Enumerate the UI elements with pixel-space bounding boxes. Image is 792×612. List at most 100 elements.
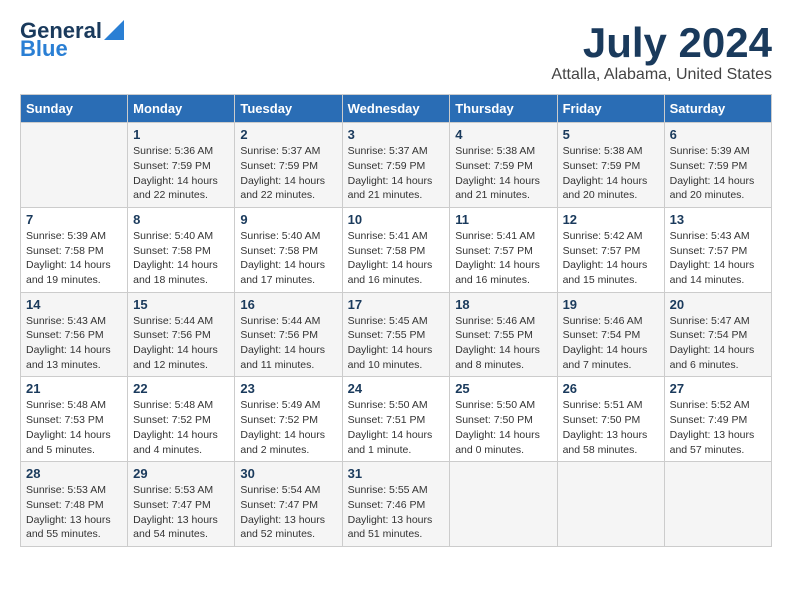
- day-info: Sunrise: 5:44 AMSunset: 7:56 PMDaylight:…: [133, 314, 229, 373]
- day-number: 29: [133, 466, 229, 481]
- day-number: 11: [455, 212, 551, 227]
- day-info: Sunrise: 5:53 AMSunset: 7:47 PMDaylight:…: [133, 483, 229, 542]
- calendar-day-4: 4 Sunrise: 5:38 AMSunset: 7:59 PMDaylight…: [450, 123, 557, 208]
- month-title: July 2024: [551, 20, 772, 66]
- day-info: Sunrise: 5:48 AMSunset: 7:53 PMDaylight:…: [26, 398, 122, 457]
- title-area: July 2024 Attalla, Alabama, United State…: [551, 20, 772, 84]
- calendar-day-21: 21 Sunrise: 5:48 AMSunset: 7:53 PMDayligh…: [21, 377, 128, 462]
- calendar-header-row: SundayMondayTuesdayWednesdayThursdayFrid…: [21, 95, 772, 123]
- day-number: 1: [133, 127, 229, 142]
- calendar-day-29: 29 Sunrise: 5:53 AMSunset: 7:47 PMDayligh…: [128, 462, 235, 547]
- calendar-day-18: 18 Sunrise: 5:46 AMSunset: 7:55 PMDayligh…: [450, 292, 557, 377]
- calendar-day-10: 10Sunrise: 5:41 AMSunset: 7:58 PMDayligh…: [342, 207, 450, 292]
- calendar-day-9: 9 Sunrise: 5:40 AMSunset: 7:58 PMDaylight…: [235, 207, 342, 292]
- day-number: 30: [240, 466, 336, 481]
- calendar-empty-cell: [450, 462, 557, 547]
- calendar-day-31: 31Sunrise: 5:55 AMSunset: 7:46 PMDayligh…: [342, 462, 450, 547]
- header-saturday: Saturday: [664, 95, 771, 123]
- day-number: 13: [670, 212, 766, 227]
- day-info: Sunrise: 5:37 AMSunset: 7:59 PMDaylight:…: [240, 144, 336, 203]
- day-info: Sunrise: 5:51 AMSunset: 7:50 PMDaylight:…: [563, 398, 659, 457]
- calendar-week-row: 21 Sunrise: 5:48 AMSunset: 7:53 PMDayligh…: [21, 377, 772, 462]
- day-number: 2: [240, 127, 336, 142]
- header-friday: Friday: [557, 95, 664, 123]
- day-number: 22: [133, 381, 229, 396]
- calendar-day-22: 22 Sunrise: 5:48 AMSunset: 7:52 PMDayligh…: [128, 377, 235, 462]
- calendar-table: SundayMondayTuesdayWednesdayThursdayFrid…: [20, 94, 772, 547]
- calendar-day-16: 16 Sunrise: 5:44 AMSunset: 7:56 PMDayligh…: [235, 292, 342, 377]
- calendar-day-15: 15 Sunrise: 5:44 AMSunset: 7:56 PMDayligh…: [128, 292, 235, 377]
- day-number: 23: [240, 381, 336, 396]
- header-tuesday: Tuesday: [235, 95, 342, 123]
- calendar-day-23: 23 Sunrise: 5:49 AMSunset: 7:52 PMDayligh…: [235, 377, 342, 462]
- day-info: Sunrise: 5:46 AMSunset: 7:55 PMDaylight:…: [455, 314, 551, 373]
- logo: General Blue: [20, 20, 124, 60]
- day-info: Sunrise: 5:48 AMSunset: 7:52 PMDaylight:…: [133, 398, 229, 457]
- day-number: 8: [133, 212, 229, 227]
- day-number: 25: [455, 381, 551, 396]
- page-header: General Blue July 2024 Attalla, Alabama,…: [20, 20, 772, 84]
- calendar-day-11: 11 Sunrise: 5:41 AMSunset: 7:57 PMDayligh…: [450, 207, 557, 292]
- day-info: Sunrise: 5:52 AMSunset: 7:49 PMDaylight:…: [670, 398, 766, 457]
- calendar-week-row: 14Sunrise: 5:43 AMSunset: 7:56 PMDayligh…: [21, 292, 772, 377]
- day-info: Sunrise: 5:50 AMSunset: 7:50 PMDaylight:…: [455, 398, 551, 457]
- day-number: 19: [563, 297, 659, 312]
- day-number: 3: [348, 127, 445, 142]
- calendar-day-14: 14Sunrise: 5:43 AMSunset: 7:56 PMDayligh…: [21, 292, 128, 377]
- calendar-day-1: 1 Sunrise: 5:36 AMSunset: 7:59 PMDaylight…: [128, 123, 235, 208]
- day-number: 21: [26, 381, 122, 396]
- day-info: Sunrise: 5:40 AMSunset: 7:58 PMDaylight:…: [240, 229, 336, 288]
- day-number: 28: [26, 466, 122, 481]
- day-info: Sunrise: 5:38 AMSunset: 7:59 PMDaylight:…: [455, 144, 551, 203]
- calendar-day-2: 2 Sunrise: 5:37 AMSunset: 7:59 PMDaylight…: [235, 123, 342, 208]
- location-title: Attalla, Alabama, United States: [551, 66, 772, 84]
- day-info: Sunrise: 5:45 AMSunset: 7:55 PMDaylight:…: [348, 314, 445, 373]
- day-number: 12: [563, 212, 659, 227]
- day-number: 14: [26, 297, 122, 312]
- calendar-day-7: 7 Sunrise: 5:39 AMSunset: 7:58 PMDaylight…: [21, 207, 128, 292]
- day-info: Sunrise: 5:50 AMSunset: 7:51 PMDaylight:…: [348, 398, 445, 457]
- header-thursday: Thursday: [450, 95, 557, 123]
- calendar-day-17: 17Sunrise: 5:45 AMSunset: 7:55 PMDayligh…: [342, 292, 450, 377]
- header-monday: Monday: [128, 95, 235, 123]
- day-number: 15: [133, 297, 229, 312]
- calendar-day-12: 12Sunrise: 5:42 AMSunset: 7:57 PMDayligh…: [557, 207, 664, 292]
- day-info: Sunrise: 5:39 AMSunset: 7:59 PMDaylight:…: [670, 144, 766, 203]
- day-number: 18: [455, 297, 551, 312]
- header-sunday: Sunday: [21, 95, 128, 123]
- calendar-week-row: 7 Sunrise: 5:39 AMSunset: 7:58 PMDaylight…: [21, 207, 772, 292]
- logo-text-blue: Blue: [20, 38, 68, 60]
- day-info: Sunrise: 5:55 AMSunset: 7:46 PMDaylight:…: [348, 483, 445, 542]
- day-number: 9: [240, 212, 336, 227]
- calendar-day-20: 20Sunrise: 5:47 AMSunset: 7:54 PMDayligh…: [664, 292, 771, 377]
- day-info: Sunrise: 5:43 AMSunset: 7:57 PMDaylight:…: [670, 229, 766, 288]
- calendar-day-28: 28 Sunrise: 5:53 AMSunset: 7:48 PMDayligh…: [21, 462, 128, 547]
- day-number: 5: [563, 127, 659, 142]
- day-number: 4: [455, 127, 551, 142]
- day-number: 10: [348, 212, 445, 227]
- day-number: 24: [348, 381, 445, 396]
- calendar-day-3: 3 Sunrise: 5:37 AMSunset: 7:59 PMDaylight…: [342, 123, 450, 208]
- day-info: Sunrise: 5:41 AMSunset: 7:57 PMDaylight:…: [455, 229, 551, 288]
- calendar-empty-cell: [21, 123, 128, 208]
- day-number: 26: [563, 381, 659, 396]
- calendar-day-6: 6Sunrise: 5:39 AMSunset: 7:59 PMDaylight…: [664, 123, 771, 208]
- calendar-day-8: 8Sunrise: 5:40 AMSunset: 7:58 PMDaylight…: [128, 207, 235, 292]
- calendar-day-27: 27 Sunrise: 5:52 AMSunset: 7:49 PMDayligh…: [664, 377, 771, 462]
- calendar-empty-cell: [557, 462, 664, 547]
- day-info: Sunrise: 5:54 AMSunset: 7:47 PMDaylight:…: [240, 483, 336, 542]
- day-info: Sunrise: 5:37 AMSunset: 7:59 PMDaylight:…: [348, 144, 445, 203]
- day-info: Sunrise: 5:49 AMSunset: 7:52 PMDaylight:…: [240, 398, 336, 457]
- day-info: Sunrise: 5:53 AMSunset: 7:48 PMDaylight:…: [26, 483, 122, 542]
- day-number: 7: [26, 212, 122, 227]
- calendar-day-5: 5Sunrise: 5:38 AMSunset: 7:59 PMDaylight…: [557, 123, 664, 208]
- calendar-week-row: 1 Sunrise: 5:36 AMSunset: 7:59 PMDaylight…: [21, 123, 772, 208]
- day-number: 27: [670, 381, 766, 396]
- calendar-week-row: 28 Sunrise: 5:53 AMSunset: 7:48 PMDayligh…: [21, 462, 772, 547]
- day-info: Sunrise: 5:46 AMSunset: 7:54 PMDaylight:…: [563, 314, 659, 373]
- day-info: Sunrise: 5:36 AMSunset: 7:59 PMDaylight:…: [133, 144, 229, 203]
- calendar-day-26: 26 Sunrise: 5:51 AMSunset: 7:50 PMDayligh…: [557, 377, 664, 462]
- day-info: Sunrise: 5:39 AMSunset: 7:58 PMDaylight:…: [26, 229, 122, 288]
- day-info: Sunrise: 5:44 AMSunset: 7:56 PMDaylight:…: [240, 314, 336, 373]
- day-number: 16: [240, 297, 336, 312]
